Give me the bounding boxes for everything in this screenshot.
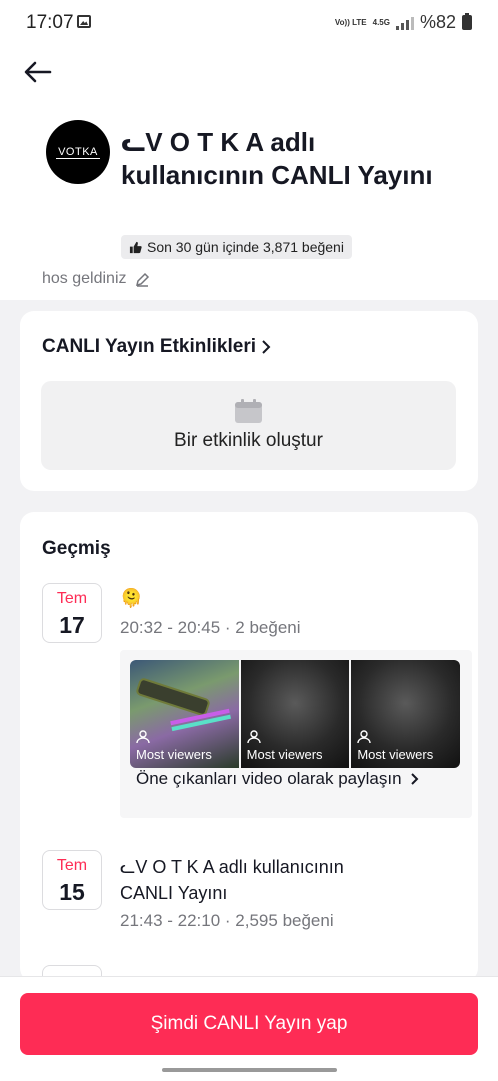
person-icon bbox=[246, 730, 261, 744]
thumbnail-label: Most viewers bbox=[246, 747, 323, 762]
person-icon bbox=[136, 730, 150, 744]
history-title: Geçmiş bbox=[42, 538, 111, 559]
status-indicators: Vo)) LTE 4.5G %82 bbox=[335, 12, 472, 33]
highlights-panel: Most viewers Most viewers Most viewers Ö… bbox=[120, 650, 472, 818]
highlight-thumbnail[interactable]: Most viewers bbox=[130, 660, 239, 768]
live-events-title: CANLI Yayın Etkinlikleri bbox=[42, 336, 257, 357]
profile-header: VOTKA ᓚV O T K A adlı kullanıcının CANLI… bbox=[0, 104, 498, 300]
signal-icon bbox=[395, 16, 414, 30]
bio-text: hos geldiniz bbox=[42, 270, 127, 287]
bio[interactable]: hos geldiniz bbox=[42, 270, 150, 288]
game-weapon-graphic bbox=[137, 679, 209, 715]
person-icon bbox=[357, 730, 372, 744]
live-events-card: CANLI Yayın Etkinlikleri Bir etkinlik ol… bbox=[20, 311, 478, 491]
status-time: 17:07 bbox=[26, 12, 74, 33]
date-month: Tem bbox=[56, 857, 88, 874]
gallery-notification-icon bbox=[77, 15, 91, 28]
entry-title-line: CANLI Yayını bbox=[120, 883, 228, 903]
live-events-header[interactable]: CANLI Yayın Etkinlikleri bbox=[42, 336, 272, 358]
entry-meta: 21:43 - 22:10 · 2,595 beğeni bbox=[120, 911, 334, 930]
calendar-icon bbox=[235, 399, 262, 423]
likes-text: Son 30 gün içinde 3,871 beğeni bbox=[147, 239, 344, 255]
chevron-right-icon bbox=[410, 773, 418, 785]
bottom-bar: Şimdi CANLI Yayın yap bbox=[0, 976, 498, 1081]
create-event-button[interactable]: Bir etkinlik oluştur bbox=[41, 381, 456, 470]
entry-title[interactable]: ᓚV O T K A adlı kullanıcının CANLI Yayın… bbox=[120, 854, 344, 906]
edit-pencil-icon bbox=[135, 272, 149, 287]
chevron-right-icon bbox=[262, 340, 271, 354]
page-title: ᓚV O T K A adlı kullanıcının CANLI Yayın… bbox=[121, 127, 433, 190]
thumbs-up-icon bbox=[129, 241, 142, 253]
thumbnail-label: Most viewers bbox=[136, 747, 212, 762]
date-day: 17 bbox=[59, 612, 85, 638]
home-indicator[interactable] bbox=[162, 1068, 337, 1072]
date-month: Tem bbox=[56, 590, 88, 607]
battery-level: %82 bbox=[419, 12, 456, 32]
entry-meta: 20:32 - 20:45 · 2 beğeni bbox=[120, 618, 301, 637]
battery-icon bbox=[462, 13, 472, 30]
share-highlights-label: Öne çıkanları video olarak paylaşın bbox=[136, 769, 402, 788]
go-live-button[interactable]: Şimdi CANLI Yayın yap bbox=[20, 993, 478, 1055]
likes-badge: Son 30 gün içinde 3,871 beğeni bbox=[121, 235, 352, 259]
entry-title[interactable]: 🫠 bbox=[120, 585, 142, 611]
thumbnail-label: Most viewers bbox=[357, 747, 434, 762]
avatar-logo-text: VOTKA bbox=[56, 145, 100, 159]
back-arrow-icon bbox=[24, 61, 52, 83]
history-card: Geçmiş Tem 17 🫠 20:32 - 20:45 · 2 beğeni… bbox=[20, 512, 478, 982]
top-bar bbox=[0, 44, 498, 104]
share-highlights-link[interactable]: Öne çıkanları video olarak paylaşın bbox=[136, 769, 420, 789]
highlight-thumbnail[interactable]: Most viewers bbox=[351, 660, 460, 768]
entry-title-line: ᓚV O T K A adlı kullanıcının bbox=[120, 857, 344, 877]
date-badge: Tem 17 bbox=[42, 583, 102, 643]
date-badge: Tem 15 bbox=[42, 850, 102, 910]
network-type: 4.5G bbox=[372, 17, 390, 27]
date-day: 15 bbox=[59, 879, 85, 905]
highlight-thumbnail[interactable]: Most viewers bbox=[240, 660, 350, 768]
back-button[interactable] bbox=[20, 54, 56, 90]
create-event-label: Bir etkinlik oluştur bbox=[174, 430, 323, 451]
volte-label: Vo)) LTE bbox=[334, 17, 367, 27]
highlight-thumbnails: Most viewers Most viewers Most viewers bbox=[130, 660, 460, 768]
avatar[interactable]: VOTKA bbox=[46, 120, 110, 184]
status-bar: 17:07 Vo)) LTE 4.5G %82 bbox=[0, 0, 498, 44]
